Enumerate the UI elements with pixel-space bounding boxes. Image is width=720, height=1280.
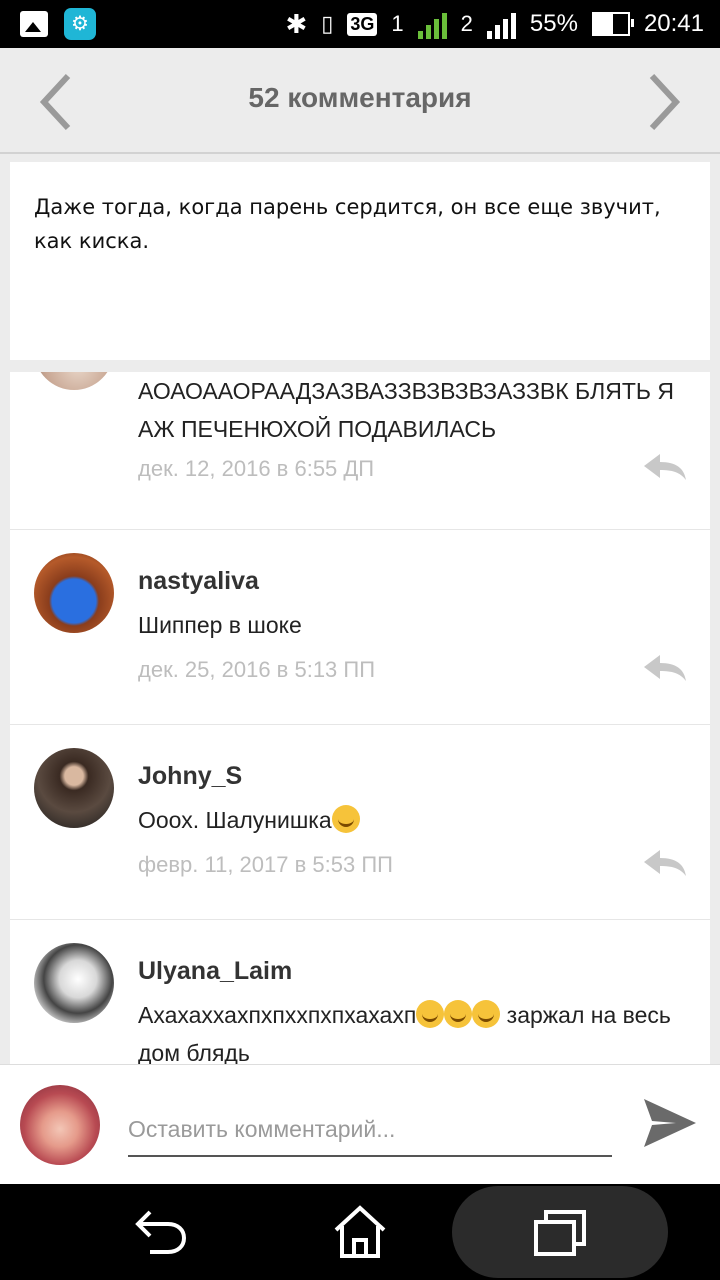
send-icon[interactable] bbox=[642, 1095, 698, 1151]
battery-percent: 55% bbox=[529, 10, 578, 37]
comment-item: nastyaliva Шиппер в шоке дек. 25, 2016 в… bbox=[10, 529, 710, 725]
reply-icon[interactable] bbox=[642, 848, 688, 878]
comment-date: февр. 11, 2017 в 5:53 ПП bbox=[138, 852, 393, 877]
chevron-right-icon[interactable] bbox=[644, 72, 684, 132]
post-card: Даже тогда, когда парень сердится, он вс… bbox=[10, 162, 710, 360]
laugh-emoji-icon bbox=[416, 1000, 445, 1028]
status-bar: ⚙ ✱ ▯ 3G 1 2 55% 20:41 bbox=[0, 0, 720, 48]
home-icon[interactable] bbox=[330, 1202, 390, 1262]
sim1-label: 1 bbox=[391, 11, 404, 36]
clock: 20:41 bbox=[643, 10, 704, 37]
comment-username[interactable]: Johny_S bbox=[138, 762, 242, 791]
avatar[interactable] bbox=[34, 943, 114, 1023]
laugh-emoji-icon bbox=[444, 1000, 473, 1028]
comment-text: Шиппер в шоке bbox=[138, 612, 302, 638]
vibrate-icon: ▯ bbox=[321, 11, 334, 36]
comment-text-wrapper: Ахахаххахпхпххпхпхахахп заржал на весь д… bbox=[138, 996, 690, 1064]
signal-sim1-icon bbox=[417, 9, 447, 39]
laugh-emoji-icon bbox=[472, 1000, 501, 1028]
comment-item: АОАОААОРААДЗАЗВАЗЗВЗВЗВЗАЗЗВК БЛЯТЬ Я АЖ… bbox=[10, 372, 710, 530]
comment-username[interactable]: Ulyana_Laim bbox=[138, 957, 292, 986]
comments-header: 52 комментария bbox=[0, 48, 720, 154]
reply-icon[interactable] bbox=[642, 653, 688, 683]
comment-item: Ulyana_Laim Ахахаххахпхпххпхпхахахп зарж… bbox=[10, 919, 710, 1064]
comment-text-before: Ахахаххахпхпххпхпхахахп bbox=[138, 1002, 417, 1028]
compose-bar bbox=[0, 1064, 720, 1185]
gallery-notification-icon bbox=[20, 11, 48, 37]
comment-date: дек. 12, 2016 в 6:55 ДП bbox=[138, 456, 375, 481]
comment-text-wrapper: Ооох. Шалунишка bbox=[138, 801, 690, 839]
bluetooth-icon: ✱ bbox=[285, 8, 308, 39]
sim2-label: 2 bbox=[460, 11, 473, 36]
comment-item: Johny_S Ооох. Шалунишка февр. 11, 2017 в… bbox=[10, 724, 710, 920]
app-notification-icon: ⚙ bbox=[64, 8, 96, 40]
comment-username[interactable]: nastyaliva bbox=[138, 567, 259, 596]
comment-text: АОАОААОРААДЗАЗВАЗЗВЗВЗВЗАЗЗВК БЛЯТЬ Я АЖ… bbox=[138, 378, 674, 442]
battery-icon bbox=[591, 12, 634, 36]
network-type: 3G bbox=[347, 12, 378, 36]
comment-date: дек. 25, 2016 в 5:13 ПП bbox=[138, 657, 376, 682]
avatar[interactable] bbox=[34, 372, 114, 390]
recents-icon[interactable] bbox=[530, 1202, 590, 1262]
avatar[interactable] bbox=[34, 748, 114, 828]
navigation-bar bbox=[0, 1184, 720, 1280]
signal-sim2-icon bbox=[486, 9, 516, 39]
current-user-avatar bbox=[20, 1085, 100, 1165]
post-text: Даже тогда, когда парень сердится, он вс… bbox=[34, 195, 661, 253]
comments-list[interactable]: АОАОААОРААДЗАЗВАЗЗВЗВЗВЗАЗЗВК БЛЯТЬ Я АЖ… bbox=[10, 372, 710, 1064]
back-icon[interactable] bbox=[130, 1202, 190, 1262]
page-title: 52 комментария bbox=[248, 82, 472, 113]
avatar[interactable] bbox=[34, 553, 114, 633]
reply-icon[interactable] bbox=[642, 452, 688, 482]
comment-text: Ооох. Шалунишка bbox=[138, 807, 332, 833]
comment-input[interactable] bbox=[128, 1103, 612, 1157]
smile-emoji-icon bbox=[331, 805, 360, 833]
